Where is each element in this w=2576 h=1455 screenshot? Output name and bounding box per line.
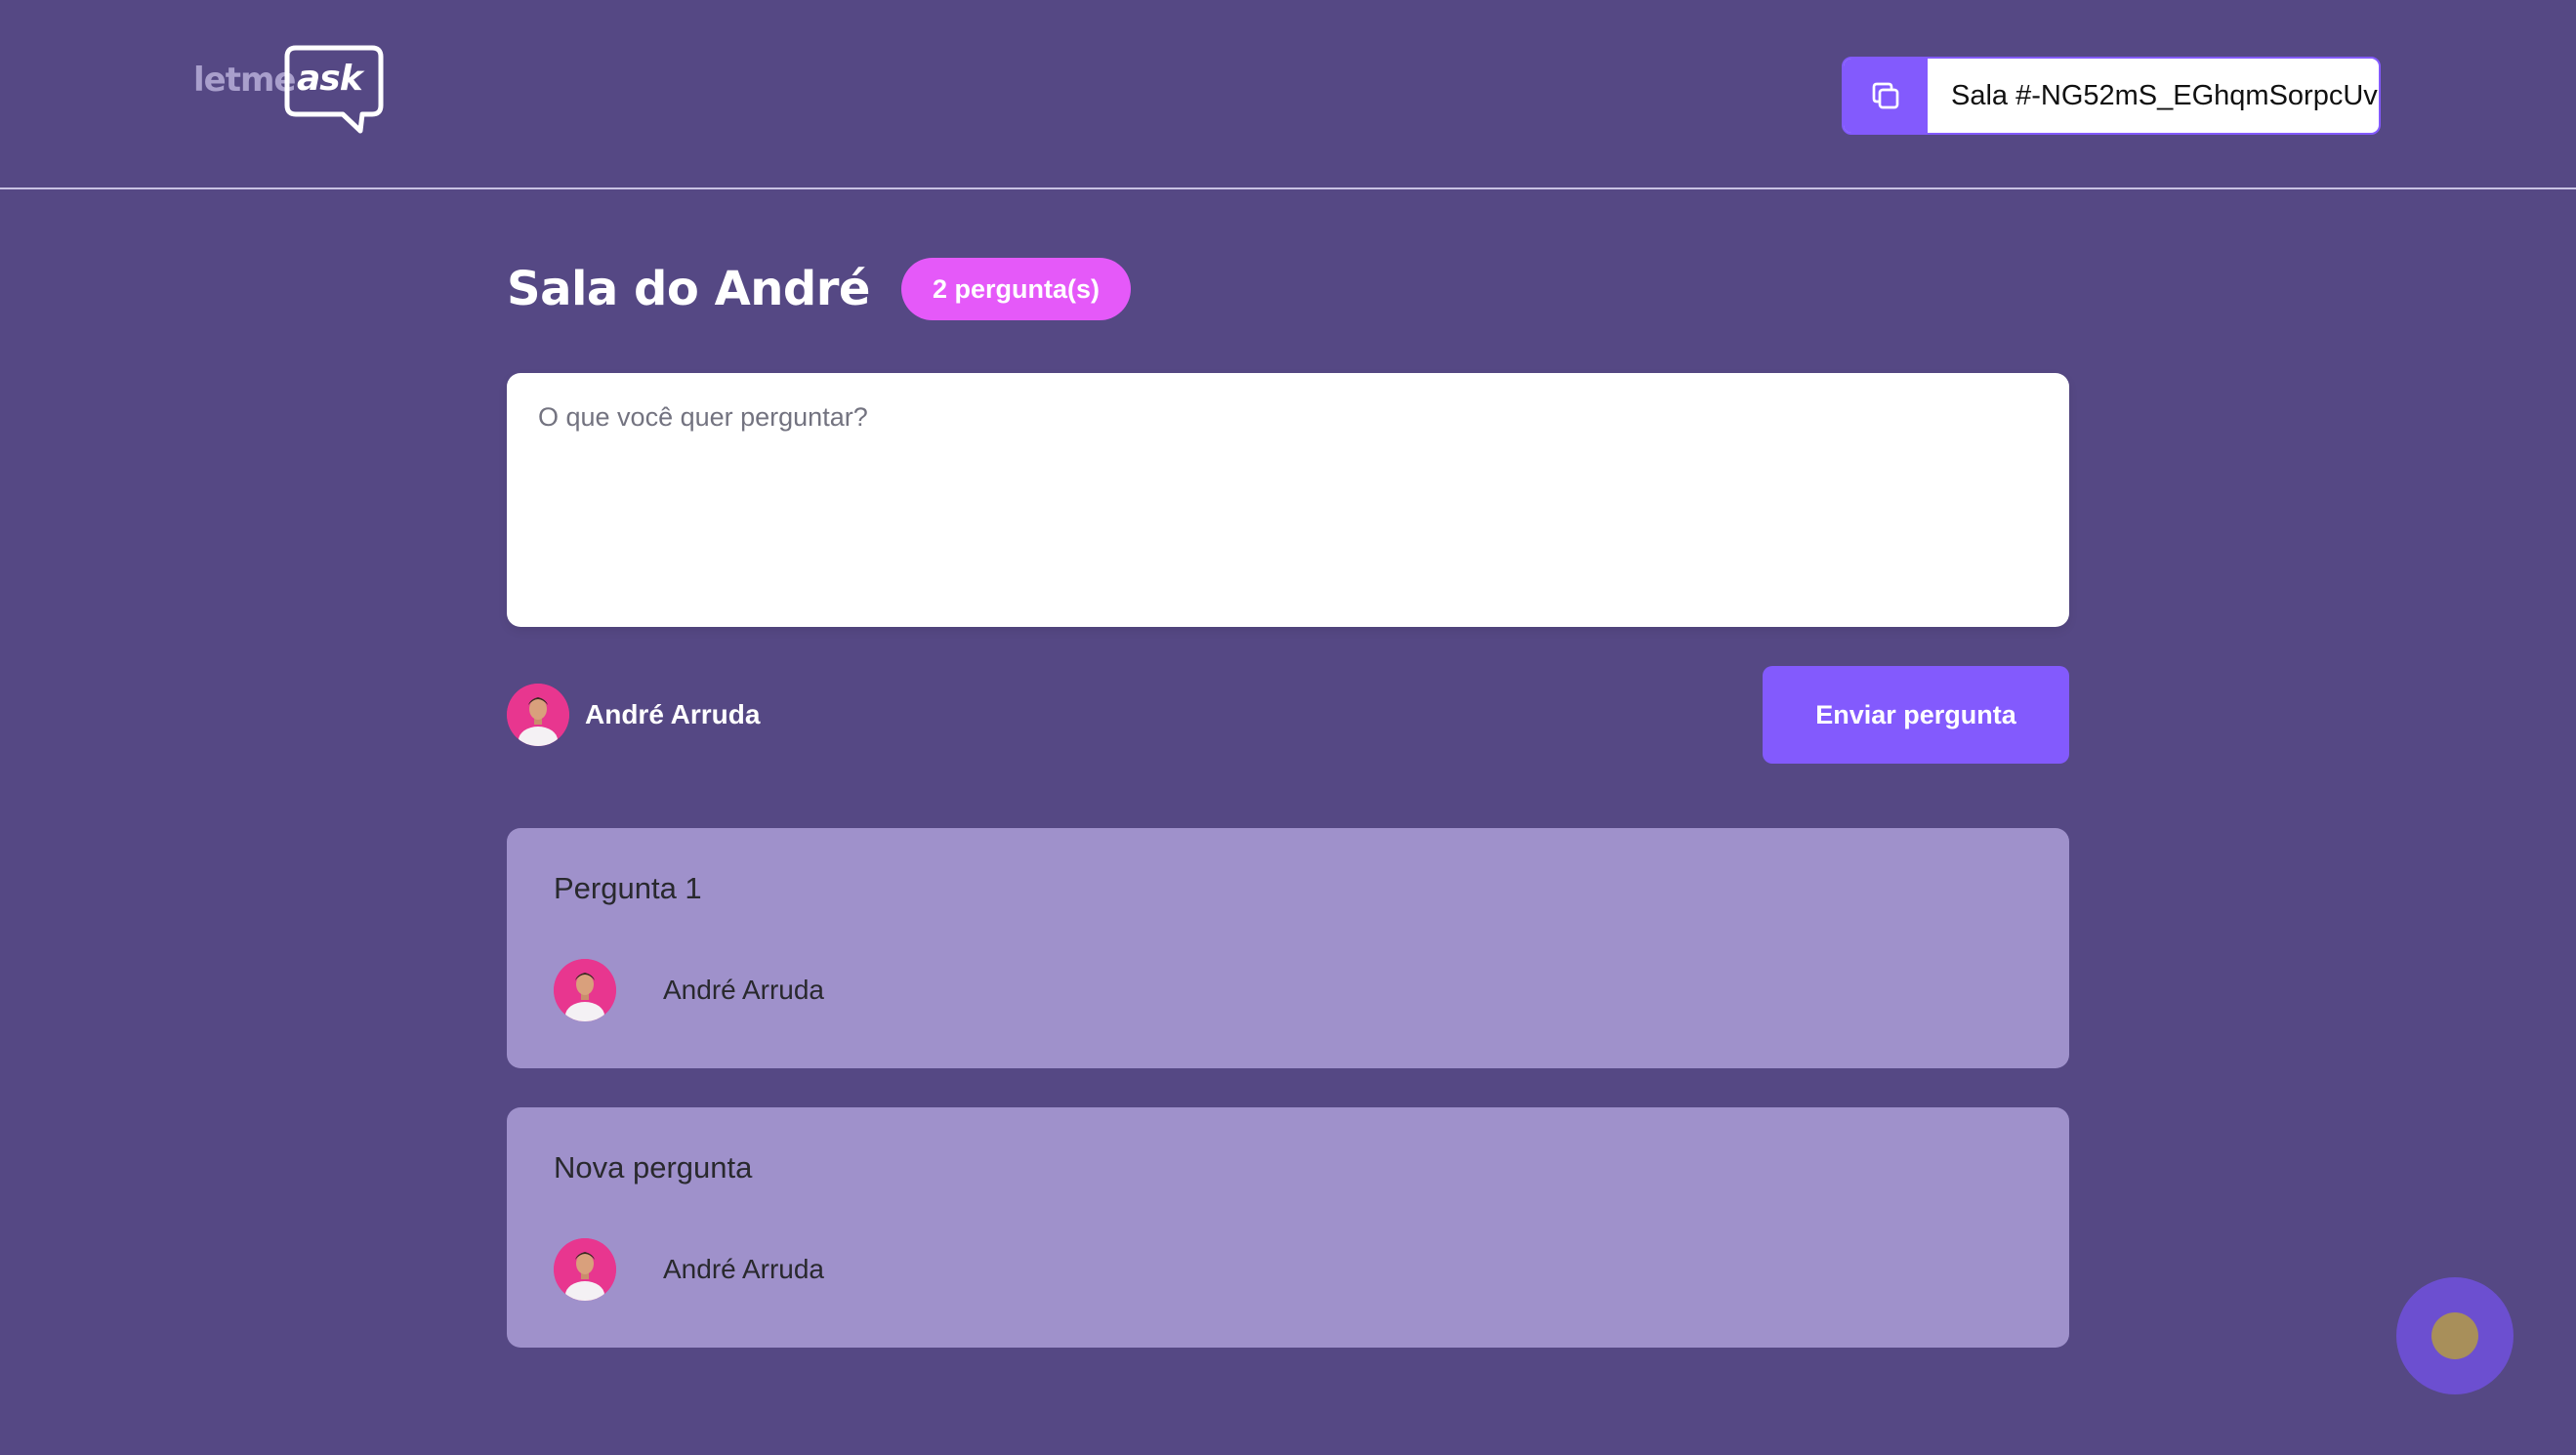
question-textarea[interactable] (507, 373, 2069, 627)
avatar (507, 684, 569, 746)
send-question-button[interactable]: Enviar pergunta (1763, 666, 2069, 764)
copy-icon-box (1844, 59, 1928, 133)
avatar (554, 1238, 616, 1301)
current-user-name: André Arruda (585, 699, 761, 729)
question-author: André Arruda (554, 959, 824, 1021)
user-info: André Arruda (507, 684, 760, 746)
user-photo-icon (554, 1238, 616, 1301)
question-count-badge: 2 pergunta(s) (900, 258, 1131, 320)
logo-letme-text: letme (193, 61, 296, 100)
logo-ask-text: ask (297, 59, 363, 99)
user-photo-icon (507, 684, 569, 746)
question-content: Nova pergunta (554, 1150, 753, 1185)
room-title-row: Sala do André 2 pergunta(s) (507, 258, 1131, 320)
form-footer: André Arruda Enviar pergunta (507, 666, 2069, 764)
question-author-name: André Arruda (663, 975, 824, 1005)
letmeask-logo[interactable]: letme ask (191, 45, 387, 135)
question-author: André Arruda (554, 1238, 824, 1301)
user-photo-icon (554, 959, 616, 1021)
question-author-name: André Arruda (663, 1254, 824, 1284)
question-card: Pergunta 1 André Arruda (507, 828, 2069, 1068)
floating-action-button[interactable] (2396, 1277, 2514, 1394)
room-code-label: Sala #-NG52mS_EGhqmSorpcUv (1951, 79, 2378, 111)
avatar (554, 959, 616, 1021)
question-content: Pergunta 1 (554, 871, 702, 905)
copy-icon (1872, 82, 1899, 109)
circle-icon (2431, 1312, 2478, 1359)
question-card: Nova pergunta André Arruda (507, 1107, 2069, 1348)
page-header: letme ask Sala #-NG52mS_EGhqmSorpcUv (0, 0, 2576, 189)
page-title: Sala do André (507, 262, 870, 316)
copy-room-code-button[interactable]: Sala #-NG52mS_EGhqmSorpcUv (1842, 57, 2381, 135)
question-list: Pergunta 1 André Arruda Nova pergunta An… (507, 828, 2069, 1387)
